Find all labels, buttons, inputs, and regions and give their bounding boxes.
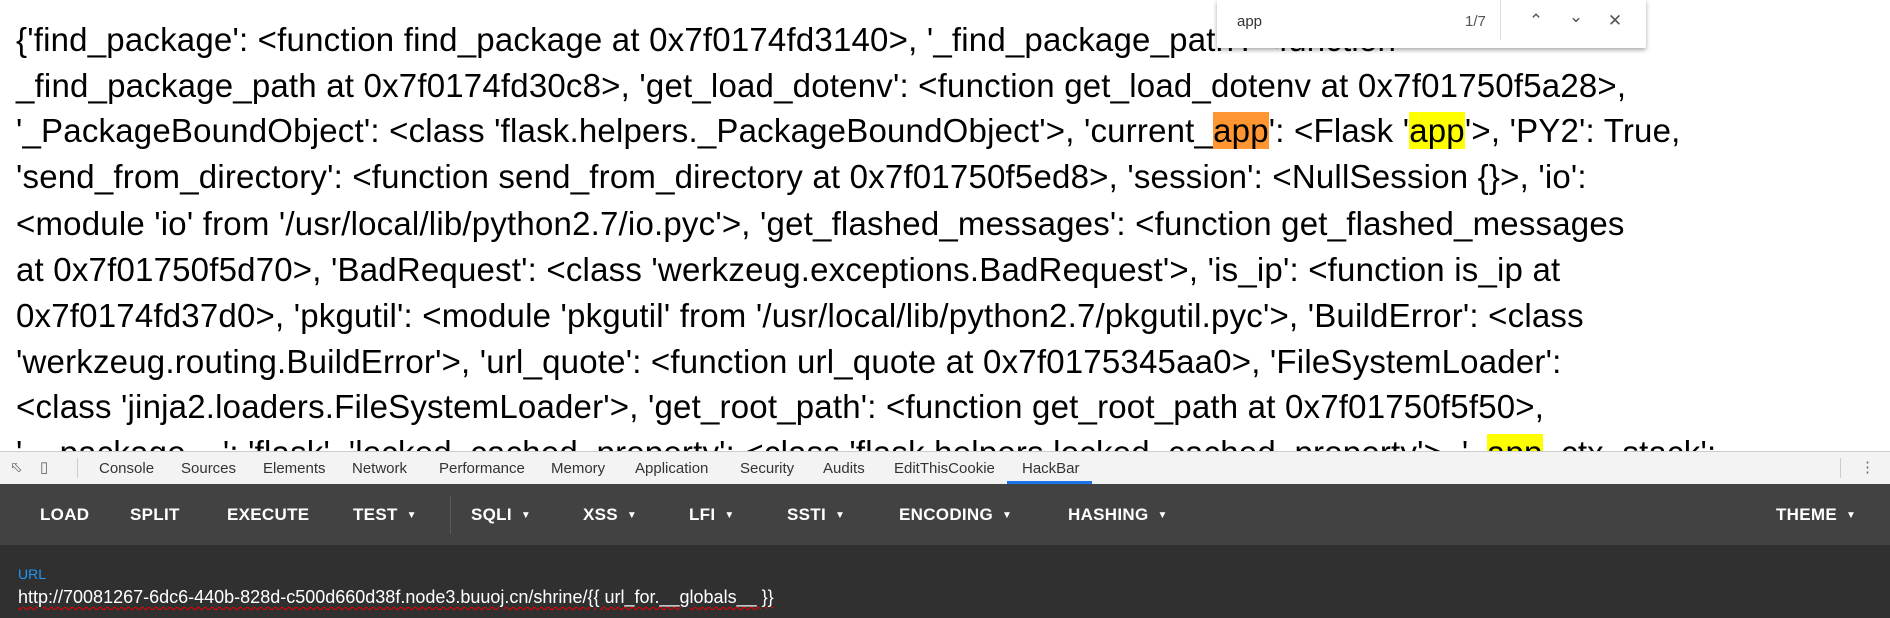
tab-elements[interactable]: Elements (263, 460, 326, 477)
theme-label: THEME (1776, 505, 1837, 524)
text-segment: <class 'jinja2.loaders.FileSystemLoader'… (16, 388, 1545, 425)
text-segment: 0x7f0174fd37d0>, 'pkgutil': <module 'pkg… (16, 297, 1584, 334)
text-segment: ': <Flask ' (1268, 112, 1410, 149)
find-match-count: 1/7 (1465, 13, 1486, 30)
caret-down-icon: ▼ (520, 510, 532, 521)
text-segment: {'find_package': <function find_package … (16, 21, 1397, 58)
url-panel: URL http://70081267-6dc6-440b-828d-c500d… (0, 545, 1890, 618)
divider (77, 458, 78, 478)
text-line: <class 'jinja2.loaders.FileSystemLoader'… (16, 384, 1544, 430)
text-segment: _find_package_path at 0x7f0174fd30c8>, '… (16, 67, 1627, 104)
text-line: 'send_from_directory': <function send_fr… (16, 154, 1587, 200)
button-label: TEST (353, 505, 398, 524)
caret-down-icon: ▼ (1846, 510, 1857, 521)
tab-console[interactable]: Console (99, 460, 154, 477)
button-label: LOAD (40, 505, 90, 524)
find-bar: app 1/7 ⌃ ⌄ ✕ (1217, 0, 1646, 48)
close-icon[interactable]: ✕ (1602, 8, 1628, 34)
text-segment: 'send_from_directory': <function send_fr… (16, 158, 1587, 195)
text-line: 'werkzeug.routing.BuildError'>, 'url_quo… (16, 339, 1561, 385)
caret-down-icon: ▼ (626, 510, 638, 521)
text-line: 0x7f0174fd37d0>, 'pkgutil': <module 'pkg… (16, 293, 1584, 339)
text-segment: 'werkzeug.routing.BuildError'>, 'url_quo… (16, 343, 1562, 380)
current-search-match: app (1213, 112, 1269, 149)
button-label: ENCODING (899, 505, 994, 524)
divider (450, 496, 451, 534)
button-label: SSTI (787, 505, 826, 524)
text-segment: '_PackageBoundObject': <class 'flask.hel… (16, 112, 1214, 149)
lfi-button[interactable]: LFI ▼ (689, 505, 735, 525)
url-input[interactable]: http://70081267-6dc6-440b-828d-c500d660d… (18, 587, 774, 608)
text-line: at 0x7f01750f5d70>, 'BadRequest': <class… (16, 247, 1560, 293)
text-line: _find_package_path at 0x7f0174fd30c8>, '… (16, 63, 1626, 109)
tab-editthiscookie[interactable]: EditThisCookie (894, 460, 995, 477)
search-match: app (1486, 434, 1543, 451)
text-segment: '>, 'PY2': True, (1464, 112, 1681, 149)
more-options-icon[interactable]: ⋮ (1860, 458, 1878, 478)
divider (1840, 458, 1841, 478)
text-line: '__package__': 'flask', 'locked_cached_p… (16, 430, 1716, 451)
text-line: <module 'io' from '/usr/local/lib/python… (16, 201, 1625, 247)
hashing-button[interactable]: HASHING ▼ (1068, 505, 1168, 525)
device-toolbar-icon[interactable]: ▯ (40, 458, 58, 478)
execute-button[interactable]: EXECUTE (227, 505, 309, 525)
encoding-button[interactable]: ENCODING ▼ (899, 505, 1012, 525)
chevron-up-icon[interactable]: ⌃ (1523, 8, 1549, 34)
button-label: EXECUTE (227, 505, 310, 524)
tab-performance[interactable]: Performance (439, 460, 525, 477)
tab-security[interactable]: Security (740, 460, 794, 477)
tab-network[interactable]: Network (352, 460, 407, 477)
button-label: LFI (689, 505, 716, 524)
tab-application[interactable]: Application (635, 460, 708, 477)
caret-down-icon: ▼ (406, 510, 417, 521)
caret-down-icon: ▼ (1002, 510, 1013, 521)
load-button[interactable]: LOAD (40, 505, 89, 525)
inspect-element-icon[interactable]: ⬁ (10, 458, 28, 478)
theme-button[interactable]: THEME ▼ (1776, 505, 1856, 525)
sqli-button[interactable]: SQLI ▼ (471, 505, 531, 525)
find-divider (1500, 0, 1501, 40)
tab-memory[interactable]: Memory (551, 460, 605, 477)
button-label: SPLIT (130, 505, 180, 524)
chevron-down-icon[interactable]: ⌄ (1563, 4, 1589, 30)
text-segment: _ctx_stack': (1543, 434, 1717, 451)
text-segment: '__package__': 'flask', 'locked_cached_p… (16, 434, 1487, 451)
search-match: app (1409, 112, 1465, 149)
text-segment: at 0x7f01750f5d70>, 'BadRequest': <class… (16, 251, 1561, 288)
caret-down-icon: ▼ (724, 510, 735, 521)
url-label: URL (18, 566, 47, 582)
devtools-tab-bar: ⬁ ▯ Console Sources Elements Network Perform… (0, 451, 1890, 485)
test-button[interactable]: TEST ▼ (353, 505, 417, 525)
find-input[interactable]: app (1237, 13, 1262, 30)
page-content: {'find_package': <function find_package … (0, 0, 1890, 451)
text-segment: <module 'io' from '/usr/local/lib/python… (16, 205, 1625, 242)
caret-down-icon: ▼ (1157, 510, 1168, 521)
text-line: {'find_package': <function find_package … (16, 17, 1396, 63)
xss-button[interactable]: XSS ▼ (583, 505, 637, 525)
text-line: '_PackageBoundObject': <class 'flask.hel… (16, 108, 1681, 154)
split-button[interactable]: SPLIT (130, 505, 180, 525)
hackbar-toolbar: LOAD SPLIT EXECUTE TEST ▼ SQLI ▼ XSS ▼ LFI ▼ SSTI ▼ E… (0, 484, 1890, 545)
tab-sources[interactable]: Sources (181, 460, 236, 477)
tab-hackbar[interactable]: HackBar (1022, 460, 1080, 477)
ssti-button[interactable]: SSTI ▼ (787, 505, 845, 525)
button-label: SQLI (471, 505, 512, 524)
button-label: HASHING (1068, 505, 1149, 524)
tab-audits[interactable]: Audits (823, 460, 865, 477)
caret-down-icon: ▼ (835, 510, 846, 521)
button-label: XSS (583, 505, 618, 524)
